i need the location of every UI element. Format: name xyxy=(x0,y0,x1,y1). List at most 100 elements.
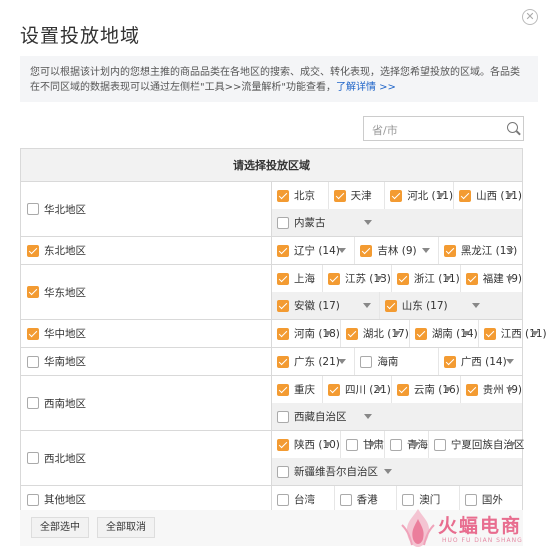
province-item[interactable]: 辽宁 (14) xyxy=(272,237,356,264)
region-cell[interactable]: 西南地区 xyxy=(20,375,272,431)
province-item[interactable]: 海南 xyxy=(355,348,439,375)
chevron-down-icon[interactable] xyxy=(338,359,347,364)
region-cell[interactable]: 东北地区 xyxy=(20,236,272,265)
chevron-down-icon[interactable] xyxy=(443,276,452,281)
province-checkbox[interactable] xyxy=(390,189,403,202)
province-item[interactable]: 西藏自治区 xyxy=(272,403,380,430)
province-item[interactable]: 新疆维吾尔自治区 xyxy=(272,458,392,485)
region-checkbox[interactable] xyxy=(27,203,39,215)
region-cell[interactable]: 华北地区 xyxy=(20,181,272,237)
province-item[interactable]: 山西 (11) xyxy=(454,182,522,209)
province-checkbox[interactable] xyxy=(360,355,373,368)
province-item[interactable]: 江苏 (13) xyxy=(323,265,392,292)
province-checkbox[interactable] xyxy=(277,383,289,396)
chevron-down-icon[interactable] xyxy=(411,442,420,447)
region-cell[interactable]: 华南地区 xyxy=(20,347,272,376)
province-checkbox[interactable] xyxy=(333,189,346,202)
province-item[interactable]: 广西 (14) xyxy=(439,348,522,375)
chevron-down-icon[interactable] xyxy=(530,331,539,336)
chevron-down-icon[interactable] xyxy=(421,248,430,253)
province-checkbox[interactable] xyxy=(433,438,446,451)
region-checkbox[interactable] xyxy=(27,452,39,464)
province-item[interactable]: 上海 xyxy=(272,265,323,292)
province-item[interactable]: 吉林 (9) xyxy=(355,237,439,264)
chevron-down-icon[interactable] xyxy=(392,331,401,336)
province-checkbox[interactable] xyxy=(277,189,289,202)
province-item[interactable]: 河北 (11) xyxy=(385,182,455,209)
region-checkbox-wrap[interactable]: 华南地区 xyxy=(27,354,271,369)
province-item[interactable]: 湖北 (17) xyxy=(341,320,410,347)
province-item[interactable]: 湖南 (14) xyxy=(410,320,479,347)
province-checkbox[interactable] xyxy=(360,244,373,257)
region-cell[interactable]: 华中地区 xyxy=(20,319,272,348)
province-checkbox[interactable] xyxy=(443,355,456,368)
chevron-down-icon[interactable] xyxy=(505,248,514,253)
province-item[interactable]: 黑龙江 (13) xyxy=(439,237,522,264)
province-checkbox[interactable] xyxy=(277,216,289,229)
chevron-down-icon[interactable] xyxy=(471,303,480,308)
chevron-down-icon[interactable] xyxy=(363,220,372,225)
chevron-down-icon[interactable] xyxy=(323,442,332,447)
province-item[interactable]: 福建 (9) xyxy=(461,265,522,292)
province-item[interactable]: 北京 xyxy=(272,182,329,209)
search-icon[interactable] xyxy=(507,122,518,133)
chevron-down-icon[interactable] xyxy=(506,387,514,392)
province-item[interactable]: 浙江 (11) xyxy=(392,265,461,292)
province-item[interactable]: 广东 (21) xyxy=(272,348,356,375)
province-item[interactable]: 台湾 xyxy=(272,486,335,513)
cancel-all-button[interactable]: 全部取消 xyxy=(97,517,155,538)
province-item[interactable]: 山东 (17) xyxy=(380,292,488,319)
chevron-down-icon[interactable] xyxy=(323,331,332,336)
province-checkbox[interactable] xyxy=(277,272,289,285)
province-item[interactable]: 贵州 (9) xyxy=(461,376,522,403)
region-checkbox-wrap[interactable]: 华北地区 xyxy=(27,202,271,217)
province-checkbox[interactable] xyxy=(277,299,289,312)
province-checkbox[interactable] xyxy=(277,410,289,423)
province-item[interactable]: 甘肃 xyxy=(341,431,385,458)
province-checkbox[interactable] xyxy=(459,189,472,202)
province-checkbox[interactable] xyxy=(483,327,496,340)
province-checkbox[interactable] xyxy=(465,272,478,285)
province-checkbox[interactable] xyxy=(327,383,340,396)
province-checkbox[interactable] xyxy=(277,438,289,451)
chevron-down-icon[interactable] xyxy=(362,303,371,308)
province-checkbox[interactable] xyxy=(396,383,409,396)
province-item[interactable]: 安徽 (17) xyxy=(272,292,380,319)
region-cell[interactable]: 西北地区 xyxy=(20,430,272,486)
region-checkbox[interactable] xyxy=(27,397,39,409)
province-checkbox[interactable] xyxy=(384,299,397,312)
region-checkbox-wrap[interactable]: 西北地区 xyxy=(27,451,271,466)
province-checkbox[interactable] xyxy=(464,493,477,506)
chevron-down-icon[interactable] xyxy=(506,193,514,198)
chevron-down-icon[interactable] xyxy=(461,331,470,336)
province-item[interactable]: 陕西 (10) xyxy=(272,431,341,458)
close-icon[interactable]: ✕ xyxy=(522,9,538,25)
chevron-down-icon[interactable] xyxy=(363,414,372,419)
chevron-down-icon[interactable] xyxy=(443,387,452,392)
province-checkbox[interactable] xyxy=(277,465,289,478)
chevron-down-icon[interactable] xyxy=(437,193,446,198)
chevron-down-icon[interactable] xyxy=(506,276,514,281)
province-checkbox[interactable] xyxy=(389,438,402,451)
province-item[interactable]: 香港 xyxy=(335,486,398,513)
province-item[interactable]: 四川 (21) xyxy=(323,376,392,403)
region-checkbox[interactable] xyxy=(27,355,39,368)
province-checkbox[interactable] xyxy=(327,272,340,285)
province-checkbox[interactable] xyxy=(443,244,456,257)
chevron-down-icon[interactable] xyxy=(338,248,347,253)
chevron-down-icon[interactable] xyxy=(374,276,383,281)
region-checkbox[interactable] xyxy=(27,244,39,257)
province-checkbox[interactable] xyxy=(345,327,358,340)
province-checkbox[interactable] xyxy=(345,438,358,451)
province-checkbox[interactable] xyxy=(465,383,478,396)
province-item[interactable]: 宁夏回族自治区 xyxy=(429,431,524,458)
province-checkbox[interactable] xyxy=(414,327,427,340)
province-item[interactable]: 重庆 xyxy=(272,376,323,403)
region-cell[interactable]: 华东地区 xyxy=(20,264,272,320)
province-item[interactable]: 内蒙古 xyxy=(272,209,380,236)
chevron-down-icon[interactable] xyxy=(384,469,392,474)
region-checkbox-wrap[interactable]: 东北地区 xyxy=(27,243,271,258)
chevron-down-icon[interactable] xyxy=(374,387,383,392)
province-checkbox[interactable] xyxy=(402,493,415,506)
region-checkbox-wrap[interactable]: 西南地区 xyxy=(27,396,271,411)
